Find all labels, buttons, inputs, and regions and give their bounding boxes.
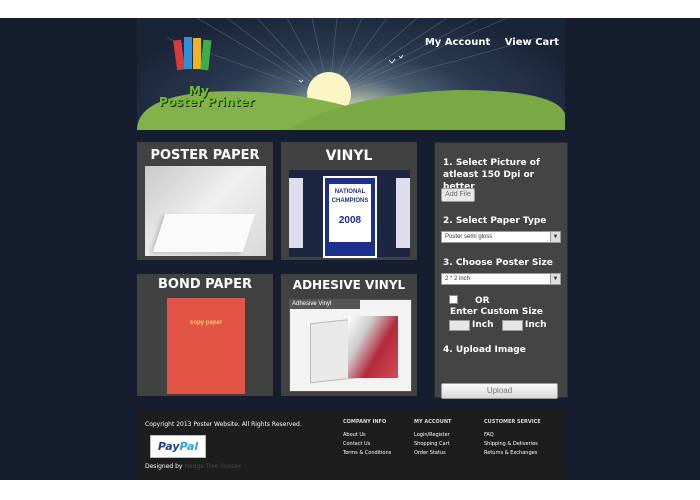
vinyl-banner-image: NATIONAL CHAMPIONS 2008 <box>289 170 410 258</box>
product-tile-poster-paper[interactable]: POSTER PAPER <box>137 142 273 260</box>
poster-size-select[interactable]: 2 * 2 inch ▼ <box>441 273 561 285</box>
footer-column-customer-service: CUSTOMER SERVICE FAQ Shipping & Deliveri… <box>484 419 541 458</box>
footer-link-returns[interactable]: Returns & Exchanges <box>484 449 541 458</box>
logo-books-icon <box>173 37 212 71</box>
custom-width-input[interactable] <box>449 320 470 331</box>
copyright-text: Copyright 2013 Poster Website. All Right… <box>145 421 302 428</box>
footer-heading: CUSTOMER SERVICE <box>484 419 541 425</box>
poster-paper-image <box>145 166 266 256</box>
upload-button[interactable]: Upload <box>441 383 558 399</box>
custom-size-label: Enter Custom Size <box>450 307 543 317</box>
footer-link-login[interactable]: Login/Register <box>414 431 451 440</box>
footer-heading: COMPANY INFO <box>343 419 387 425</box>
paper-type-value: Poster semi gloss <box>445 234 493 240</box>
product-title: POSTER PAPER <box>150 148 260 163</box>
footer-link-contact[interactable]: Contact Us <box>343 440 391 449</box>
product-title: BOND PAPER <box>158 277 252 292</box>
step4-label: 4. Upload Image <box>443 345 526 355</box>
woman-photo <box>348 316 398 378</box>
designed-by: Designed by Hedge Tree Sussex <box>145 463 241 470</box>
my-account-link[interactable]: My Account <box>425 37 490 48</box>
site-container: My Poster Printer My Account View Cart P… <box>137 18 568 480</box>
footer-link-about[interactable]: About Us <box>343 431 391 440</box>
banner-line-1: NATIONAL <box>334 189 366 195</box>
site-footer: Copyright 2013 Poster Website. All Right… <box>137 410 565 480</box>
banner-line-2: CHAMPIONS <box>331 198 369 204</box>
page-background: My Poster Printer My Account View Cart P… <box>0 18 700 480</box>
footer-link-shipping[interactable]: Shipping & Deliveries <box>484 440 541 449</box>
footer-column-company-info: COMPANY INFO About Us Contact Us Terms &… <box>343 419 391 458</box>
site-logo[interactable]: My Poster Printer <box>155 34 255 108</box>
site-header: My Poster Printer My Account View Cart <box>137 18 565 130</box>
footer-link-order-status[interactable]: Order Status <box>414 449 451 458</box>
step3-label: 3. Choose Poster Size <box>443 258 553 268</box>
paypal-text-pay: Pay <box>157 440 180 453</box>
paypal-text-pal: Pal <box>179 440 199 453</box>
top-navigation: My Account View Cart <box>415 32 559 50</box>
view-cart-link[interactable]: View Cart <box>505 37 559 48</box>
bond-paper-image: copy paper <box>167 298 245 394</box>
height-unit-label: Inch <box>525 320 547 330</box>
order-form-panel: 1. Select Picture of atleast 150 Dpi or … <box>434 142 568 399</box>
poster-size-value: 2 * 2 inch <box>445 276 471 282</box>
footer-heading: MY ACCOUNT <box>414 419 452 425</box>
logo-text: My Poster Printer <box>159 85 255 109</box>
product-title: ADHESIVE VINYL <box>292 278 406 292</box>
custom-size-checkbox[interactable] <box>449 295 458 304</box>
dropdown-arrow-icon: ▼ <box>550 274 560 284</box>
width-unit-label: Inch <box>472 320 494 330</box>
product-tile-bond-paper[interactable]: BOND PAPER copy paper <box>137 274 273 396</box>
add-file-button[interactable]: Add File <box>441 188 475 202</box>
dropdown-arrow-icon: ▼ <box>550 232 560 242</box>
logo-line-2: Poster Printer <box>159 95 255 109</box>
adhesive-vinyl-label: Adhesive Vinyl <box>290 300 360 309</box>
paper-type-select[interactable]: Poster semi gloss ▼ <box>441 231 561 243</box>
footer-column-my-account: MY ACCOUNT Login/Register Shopping Cart … <box>414 419 451 458</box>
paypal-logo: PayPal <box>150 435 206 458</box>
footer-link-faq[interactable]: FAQ <box>484 431 541 440</box>
step2-label: 2. Select Paper Type <box>443 216 547 226</box>
footer-link-cart[interactable]: Shopping Cart <box>414 440 451 449</box>
product-tile-adhesive-vinyl[interactable]: ADHESIVE VINYL Adhesive Vinyl <box>281 274 417 396</box>
footer-link-terms[interactable]: Terms & Conditions <box>343 449 391 458</box>
custom-height-input[interactable] <box>502 320 523 331</box>
designed-by-label: Designed by <box>145 463 183 470</box>
copy-paper-label: copy paper <box>189 320 222 326</box>
product-title: VINYL <box>325 148 373 164</box>
product-tile-vinyl[interactable]: VINYL NATIONAL CHAMPIONS 2008 <box>281 142 417 260</box>
adhesive-vinyl-image: Adhesive Vinyl <box>289 299 412 392</box>
banner-year: 2008 <box>338 215 362 226</box>
designer-link[interactable]: Hedge Tree Sussex <box>184 463 241 470</box>
